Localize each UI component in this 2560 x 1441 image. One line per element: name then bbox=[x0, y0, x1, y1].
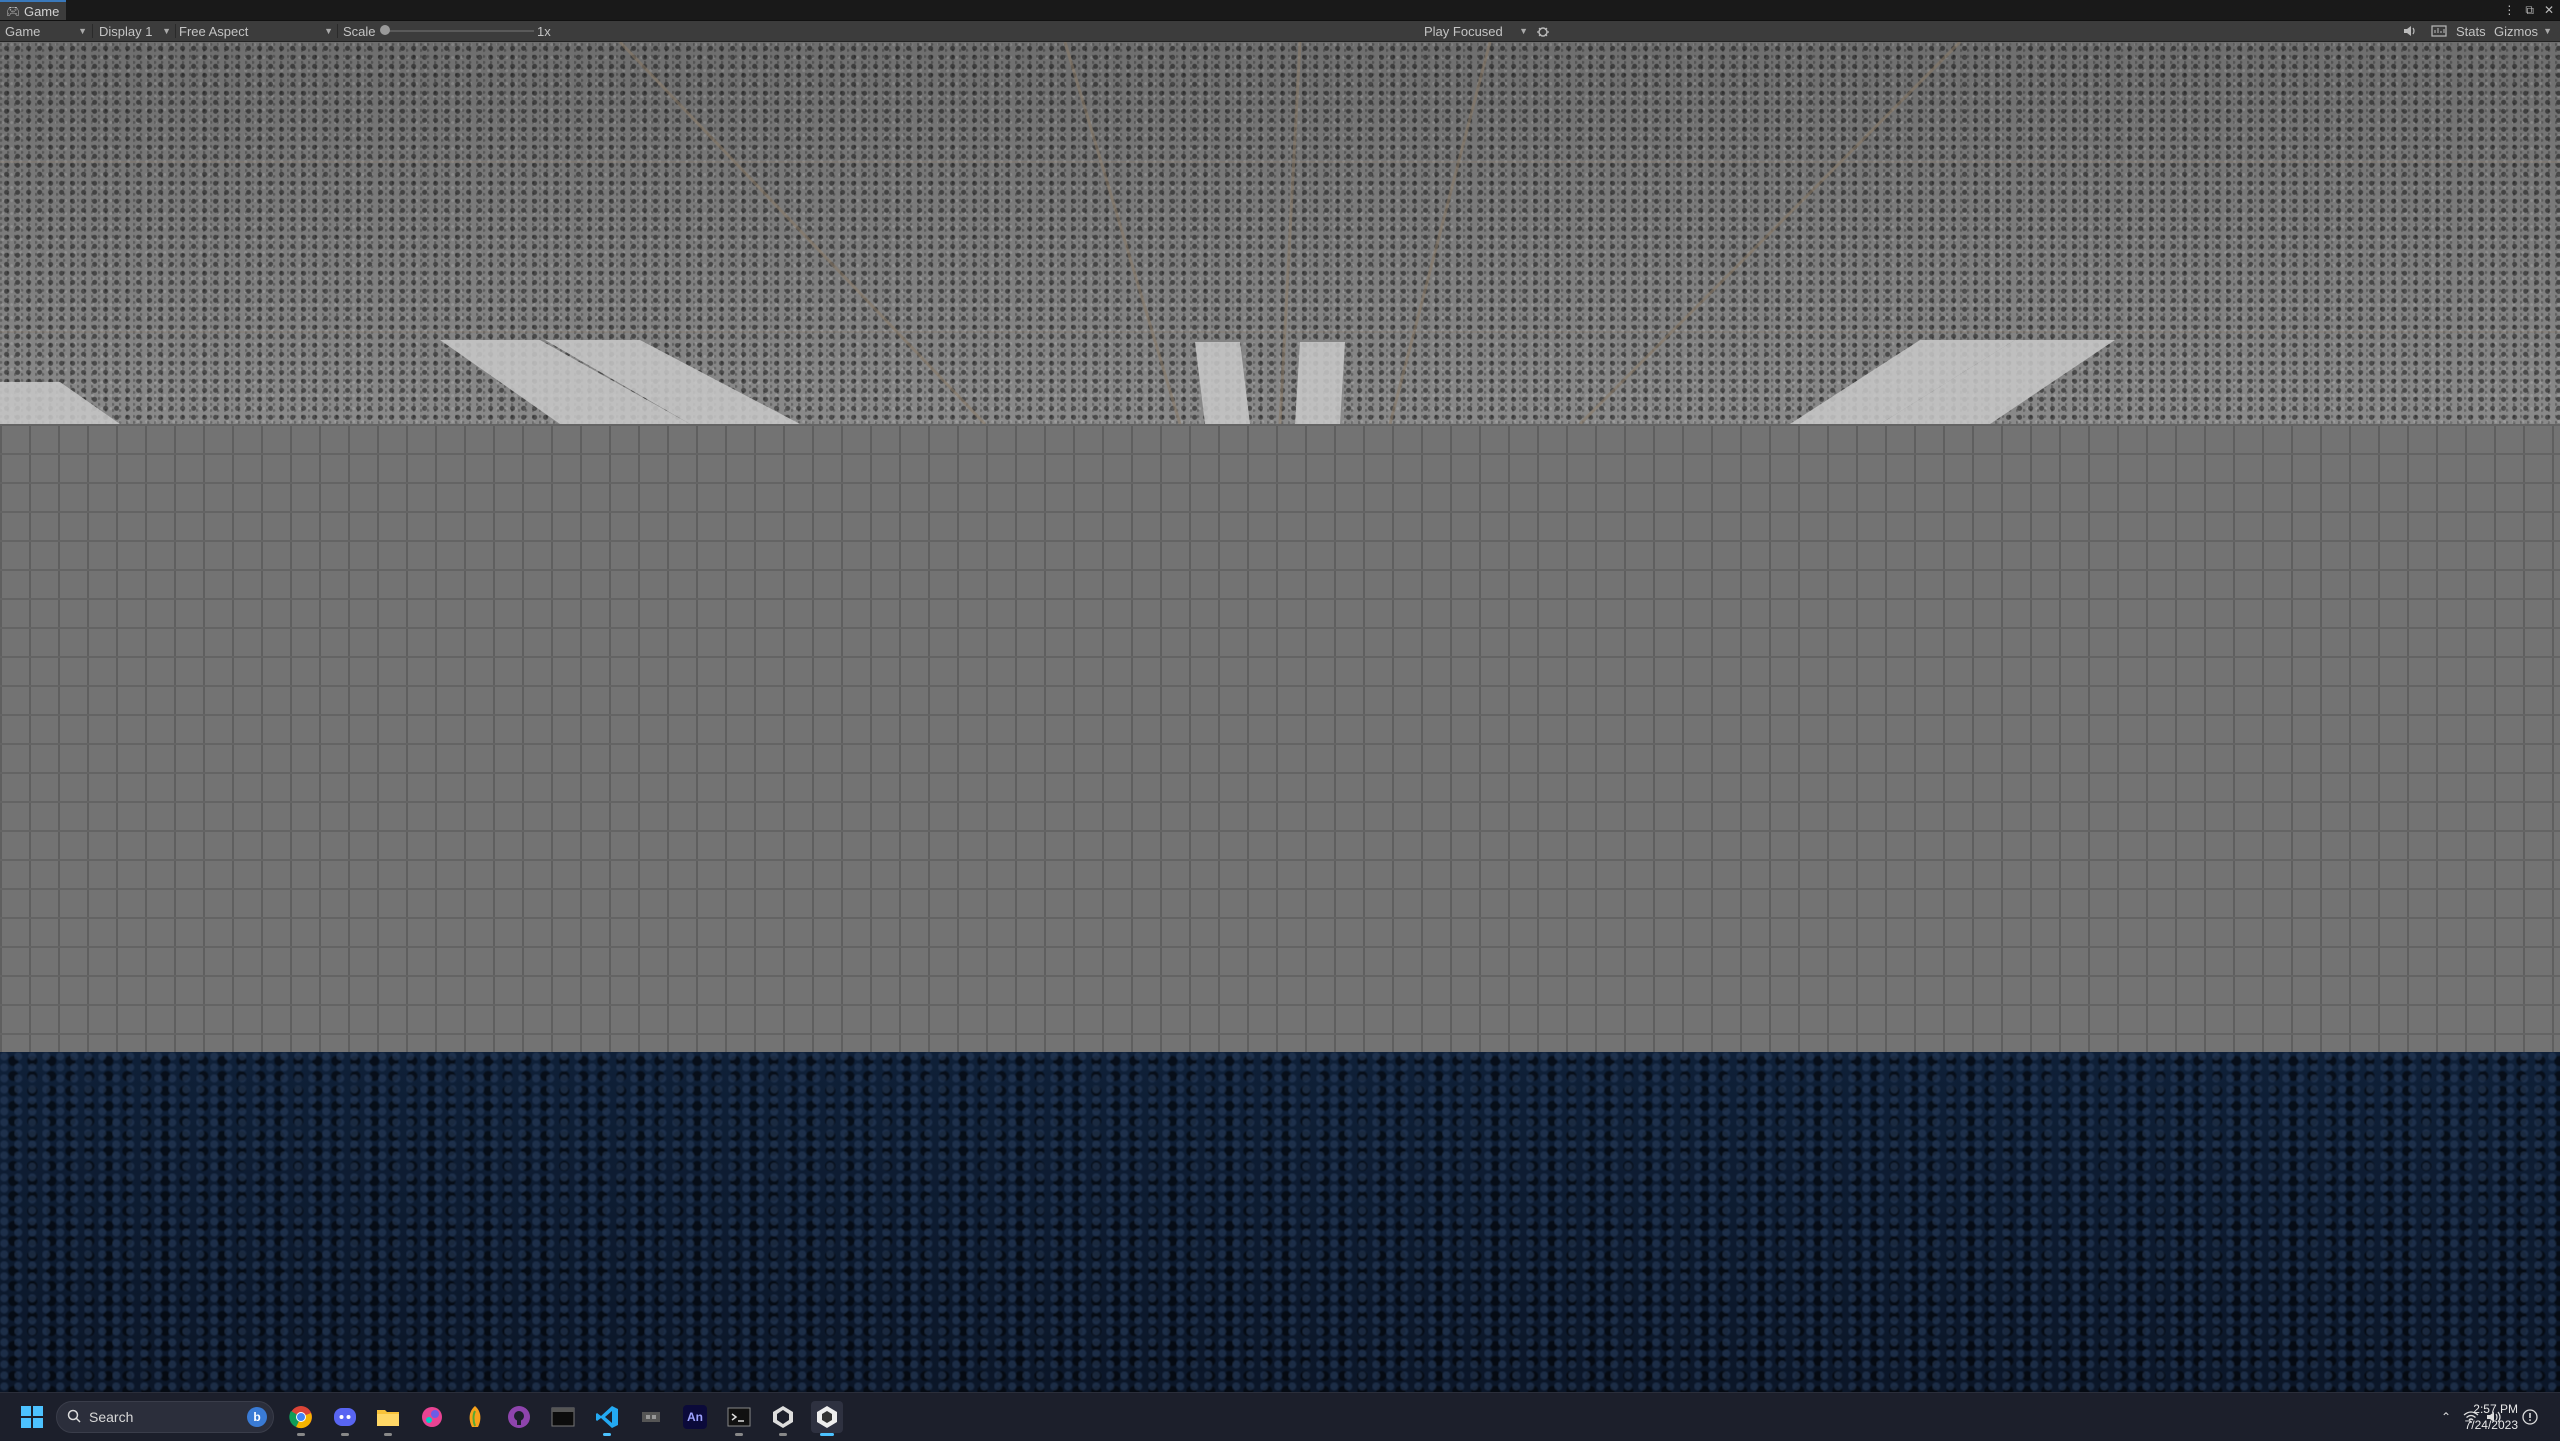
tab-game-label: Game bbox=[23, 3, 60, 19]
chevron-down-icon: ▼ bbox=[78, 26, 87, 36]
bing-icon: b bbox=[247, 1407, 267, 1427]
play-mode-label: Play Focused bbox=[1424, 23, 1503, 39]
speaker-icon[interactable] bbox=[2403, 21, 2417, 41]
kebab-menu-icon[interactable]: ⋮ bbox=[2503, 3, 2515, 17]
windows-start-icon[interactable] bbox=[16, 1401, 48, 1433]
maximize-icon[interactable]: ⧉ bbox=[2525, 3, 2534, 18]
brick-wall bbox=[0, 424, 2560, 1052]
search-icon bbox=[67, 1409, 81, 1426]
play-mode-dropdown[interactable]: Play Focused ▼ bbox=[1424, 21, 1528, 41]
ceiling-beams bbox=[0, 42, 2560, 424]
bug-icon[interactable] bbox=[1536, 21, 1550, 41]
vscode-icon[interactable] bbox=[591, 1401, 623, 1436]
file-explorer-icon[interactable] bbox=[372, 1401, 404, 1436]
command-prompt-icon[interactable] bbox=[723, 1401, 755, 1436]
unity-editor-icon[interactable] bbox=[811, 1401, 843, 1436]
scale-value: 1x bbox=[537, 23, 551, 39]
github-desktop-icon[interactable] bbox=[503, 1401, 535, 1433]
aspect-label: Free Aspect bbox=[179, 23, 249, 39]
taskbar-clock[interactable]: 2:57 PM 7/24/2023 bbox=[2428, 1401, 2518, 1433]
editor-tab-bar: 🎮︎ Game ⋮ ⧉ ✕ bbox=[0, 0, 2560, 21]
scale-label: Scale bbox=[343, 23, 376, 39]
fl-studio-icon[interactable] bbox=[459, 1401, 491, 1433]
scale-slider-track[interactable] bbox=[386, 30, 534, 32]
notification-icon[interactable] bbox=[2520, 1401, 2540, 1433]
paint-icon[interactable] bbox=[416, 1401, 448, 1433]
search-placeholder: Search bbox=[89, 1409, 134, 1425]
tab-game[interactable]: 🎮︎ Game bbox=[0, 0, 66, 20]
stats-button[interactable]: Stats bbox=[2456, 21, 2486, 41]
gamepad-icon: 🎮︎ bbox=[6, 5, 20, 18]
view-mode-dropdown[interactable]: Game ▼ bbox=[5, 21, 87, 41]
chevron-down-icon: ▼ bbox=[162, 26, 171, 36]
ceiling-lights bbox=[0, 340, 2115, 424]
game-viewport[interactable] bbox=[0, 42, 2560, 1392]
animate-icon[interactable]: An bbox=[679, 1401, 711, 1433]
windows-taskbar: Search b An ⌃ 2:57 PM 7/24/2023 bbox=[0, 1392, 2560, 1441]
gizmos-dropdown[interactable]: Gizmos ▼ bbox=[2494, 21, 2552, 41]
chevron-down-icon: ▼ bbox=[2543, 26, 2552, 36]
chrome-icon[interactable] bbox=[285, 1401, 317, 1436]
clock-time: 2:57 PM bbox=[2473, 1402, 2518, 1416]
scale-slider-thumb[interactable] bbox=[380, 25, 390, 35]
chevron-down-icon: ▼ bbox=[1519, 26, 1528, 36]
terminal-icon[interactable] bbox=[547, 1401, 579, 1433]
ceiling-tiles bbox=[0, 42, 2560, 424]
gizmos-label: Gizmos bbox=[2494, 23, 2539, 39]
display-dropdown[interactable]: Display 1 ▼ bbox=[99, 21, 171, 41]
discord-icon[interactable] bbox=[329, 1401, 361, 1436]
display-label: Display 1 bbox=[99, 23, 153, 39]
chevron-down-icon: ▼ bbox=[324, 26, 333, 36]
close-icon[interactable]: ✕ bbox=[2544, 3, 2554, 17]
clock-date: 7/24/2023 bbox=[2464, 1418, 2518, 1432]
game-toolbar: Game ▼ Display 1 ▼ Free Aspect ▼ Scale 1… bbox=[0, 21, 2560, 42]
unity-hub-icon[interactable] bbox=[767, 1401, 799, 1436]
aseprite-icon[interactable] bbox=[635, 1401, 667, 1433]
taskbar-search-box[interactable]: Search b bbox=[56, 1401, 274, 1433]
display-stats-icon[interactable] bbox=[2431, 21, 2447, 41]
floor-carpet bbox=[0, 1052, 2560, 1392]
aspect-dropdown[interactable]: Free Aspect ▼ bbox=[179, 21, 333, 41]
view-mode-label: Game bbox=[5, 23, 41, 39]
